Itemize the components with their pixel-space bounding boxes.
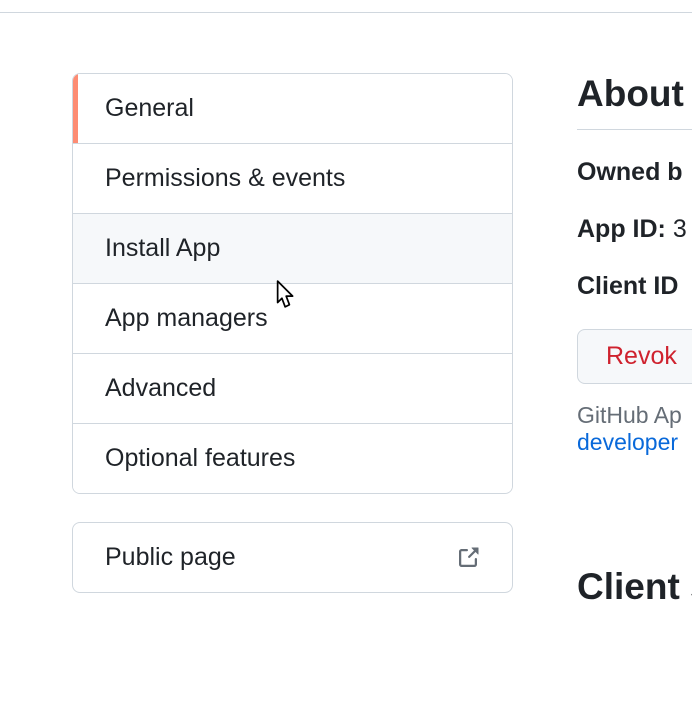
client-id-line: Client ID xyxy=(577,272,692,301)
client-id-label: Client ID xyxy=(577,272,678,300)
external-link-icon xyxy=(456,546,480,570)
nav-item-label: Permissions & events xyxy=(105,164,345,192)
nav-item-advanced[interactable]: Advanced xyxy=(73,354,512,424)
about-heading: About xyxy=(577,73,692,115)
app-note: GitHub Ap developer xyxy=(577,402,692,456)
app-id-label: App ID: xyxy=(577,215,666,243)
app-id-value: 3 xyxy=(673,215,687,243)
client-secrets-heading: Client s xyxy=(577,566,692,608)
owned-by-line: Owned b xyxy=(577,158,692,187)
owned-by-label: Owned b xyxy=(577,158,683,186)
top-divider xyxy=(0,12,692,13)
nav-item-label: General xyxy=(105,94,194,122)
note-prefix: GitHub Ap xyxy=(577,402,682,428)
public-page-label: Public page xyxy=(105,543,236,572)
nav-item-label: Install App xyxy=(105,234,220,262)
nav-item-label: Optional features xyxy=(105,444,295,472)
public-page-link[interactable]: Public page xyxy=(72,522,513,593)
developer-link[interactable]: developer xyxy=(577,429,678,455)
nav-item-app-managers[interactable]: App managers xyxy=(73,284,512,354)
main-panel: About Owned b App ID: 3 Client ID Revok … xyxy=(577,73,692,608)
revoke-button[interactable]: Revok xyxy=(577,329,692,384)
nav-list: General Permissions & events Install App… xyxy=(72,73,513,494)
nav-item-general[interactable]: General xyxy=(73,74,512,144)
nav-item-label: App managers xyxy=(105,304,268,332)
about-divider xyxy=(577,129,692,130)
app-id-line: App ID: 3 xyxy=(577,215,692,244)
nav-item-optional-features[interactable]: Optional features xyxy=(73,424,512,493)
revoke-label: Revok xyxy=(606,342,677,370)
nav-item-permissions[interactable]: Permissions & events xyxy=(73,144,512,214)
nav-item-label: Advanced xyxy=(105,374,216,402)
nav-item-install-app[interactable]: Install App xyxy=(73,214,512,284)
settings-sidebar: General Permissions & events Install App… xyxy=(72,73,513,593)
